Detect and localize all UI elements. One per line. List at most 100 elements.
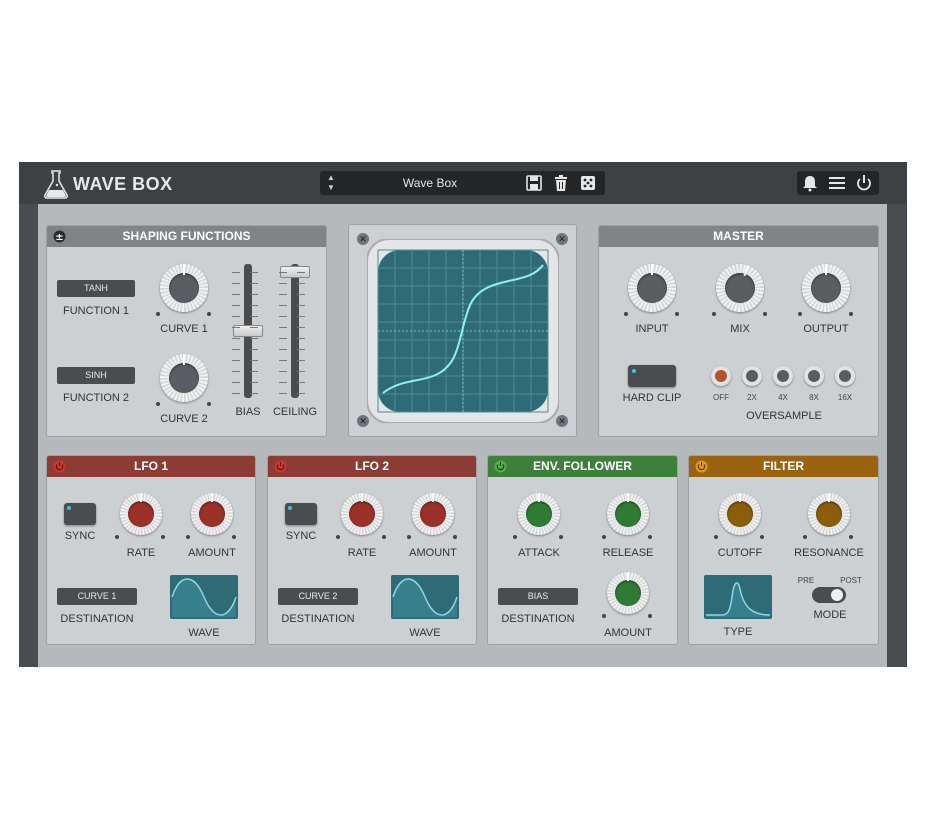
slider-tick bbox=[279, 294, 287, 295]
lfo-2-rate-knob[interactable] bbox=[341, 493, 383, 535]
slider-tick bbox=[250, 283, 258, 284]
oversample-2x-button[interactable] bbox=[742, 366, 762, 386]
slider-tick bbox=[297, 338, 305, 339]
mix-knob[interactable] bbox=[716, 264, 764, 312]
slider-tick bbox=[232, 305, 240, 306]
slider-tick bbox=[297, 283, 305, 284]
slider-tick bbox=[232, 294, 240, 295]
knob-min-dot bbox=[156, 402, 160, 406]
knob-min-dot bbox=[798, 312, 802, 316]
oversample-4x-button[interactable] bbox=[773, 366, 793, 386]
slider-tick bbox=[250, 294, 258, 295]
lfo-2-amount-knob[interactable] bbox=[412, 493, 454, 535]
bell-icon[interactable] bbox=[801, 174, 819, 192]
lfo-1-wave-sine-icon[interactable] bbox=[170, 575, 238, 619]
slider-tick bbox=[279, 349, 287, 350]
output-knob[interactable] bbox=[802, 264, 850, 312]
curve-1-label: CURVE 1 bbox=[160, 323, 208, 335]
curve-1-knob[interactable] bbox=[160, 264, 208, 312]
filter-type-lowpass-icon[interactable] bbox=[704, 575, 772, 619]
env-amount-knob[interactable] bbox=[607, 572, 649, 614]
knob-max-dot bbox=[760, 535, 764, 539]
slider-tick bbox=[250, 327, 258, 328]
filter-type-label: TYPE bbox=[723, 626, 753, 638]
resonance-knob[interactable] bbox=[808, 493, 850, 535]
bias-label: BIAS bbox=[235, 406, 261, 418]
slider-tick bbox=[297, 294, 305, 295]
lfo-1-title: LFO 1 bbox=[133, 459, 168, 473]
knob-max-dot bbox=[763, 312, 767, 316]
lfo-1-sync-button[interactable] bbox=[64, 503, 96, 525]
oversample-off-button[interactable] bbox=[711, 366, 731, 386]
plus-minus-icon[interactable]: ± bbox=[53, 230, 66, 243]
lfo-2-sync-button[interactable] bbox=[285, 503, 317, 525]
filter-power-icon[interactable] bbox=[695, 460, 708, 473]
slider-tick bbox=[232, 382, 240, 383]
flask-logo-icon bbox=[44, 170, 68, 199]
lfo-1-rate-knob[interactable] bbox=[120, 493, 162, 535]
filter-header: FILTER bbox=[689, 456, 878, 477]
lfo-2-destination-label: DESTINATION bbox=[281, 613, 355, 625]
slider-tick bbox=[250, 272, 258, 273]
slider-tick bbox=[250, 393, 258, 394]
lfo-1-amount-knob[interactable] bbox=[191, 493, 233, 535]
slider-tick bbox=[279, 382, 287, 383]
filter-title: FILTER bbox=[762, 459, 805, 473]
function-2-select[interactable]: SINH bbox=[57, 367, 135, 384]
function-1-select[interactable]: TANH bbox=[57, 280, 135, 297]
slider-tick bbox=[279, 393, 287, 394]
knob-min-dot bbox=[115, 535, 119, 539]
knob-min-dot bbox=[513, 535, 517, 539]
oversample-8x-button[interactable] bbox=[804, 366, 824, 386]
lfo-2-amount-label: AMOUNT bbox=[409, 547, 457, 559]
attack-knob[interactable] bbox=[518, 493, 560, 535]
random-dice-icon[interactable] bbox=[579, 174, 597, 192]
attack-label: ATTACK bbox=[518, 547, 560, 559]
slider-tick bbox=[279, 371, 287, 372]
lfo-1-destination-label: DESTINATION bbox=[60, 613, 134, 625]
app-title: WAVE BOX bbox=[73, 174, 173, 194]
lfo-2-destination-select[interactable]: CURVE 2 bbox=[278, 588, 358, 605]
slider-tick bbox=[250, 371, 258, 372]
release-knob[interactable] bbox=[607, 493, 649, 535]
env-destination-select[interactable]: BIAS bbox=[498, 588, 578, 605]
slider-tick bbox=[250, 349, 258, 350]
trash-icon[interactable] bbox=[552, 174, 570, 192]
curve-2-knob[interactable] bbox=[160, 354, 208, 402]
preset-bar[interactable]: ▲ ▼ Wave Box bbox=[320, 171, 605, 195]
knob-min-dot bbox=[336, 535, 340, 539]
preset-nav-arrows-icon[interactable]: ▲ ▼ bbox=[325, 173, 337, 193]
oversample-4x-label: 4X bbox=[778, 393, 788, 402]
slider-tick bbox=[279, 360, 287, 361]
knob-max-dot bbox=[453, 535, 457, 539]
env-follower-power-icon[interactable] bbox=[494, 460, 507, 473]
lfo-1-amount-label: AMOUNT bbox=[188, 547, 236, 559]
input-label: INPUT bbox=[635, 323, 669, 335]
preset-name[interactable]: Wave Box bbox=[380, 176, 480, 190]
menu-icon[interactable] bbox=[828, 174, 846, 192]
toggle-knob bbox=[831, 589, 843, 601]
lfo-1-power-icon[interactable] bbox=[53, 460, 66, 473]
save-icon[interactable] bbox=[525, 174, 543, 192]
lfo-2-sync-label: SYNC bbox=[285, 530, 317, 542]
slider-tick bbox=[232, 349, 240, 350]
oversample-16x-button[interactable] bbox=[835, 366, 855, 386]
lfo-1-destination-select[interactable]: CURVE 1 bbox=[57, 588, 137, 605]
slider-tick bbox=[297, 371, 305, 372]
lfo-1-header: LFO 1 bbox=[47, 456, 255, 477]
slider-tick bbox=[232, 283, 240, 284]
transfer-curve-scope bbox=[367, 239, 559, 423]
hard-clip-button[interactable] bbox=[628, 365, 676, 387]
oversample-off-label: OFF bbox=[713, 393, 729, 402]
filter-mode-toggle[interactable] bbox=[812, 587, 846, 603]
lfo-2-wave-sine-icon[interactable] bbox=[391, 575, 459, 619]
power-icon[interactable] bbox=[855, 174, 873, 192]
lfo-2-power-icon[interactable] bbox=[274, 460, 287, 473]
input-knob[interactable] bbox=[628, 264, 676, 312]
resonance-label: RESONANCE bbox=[794, 547, 864, 559]
ceiling-slider-track[interactable] bbox=[291, 264, 299, 398]
knob-max-dot bbox=[382, 535, 386, 539]
slider-tick bbox=[232, 371, 240, 372]
slider-tick bbox=[232, 327, 240, 328]
cutoff-knob[interactable] bbox=[719, 493, 761, 535]
